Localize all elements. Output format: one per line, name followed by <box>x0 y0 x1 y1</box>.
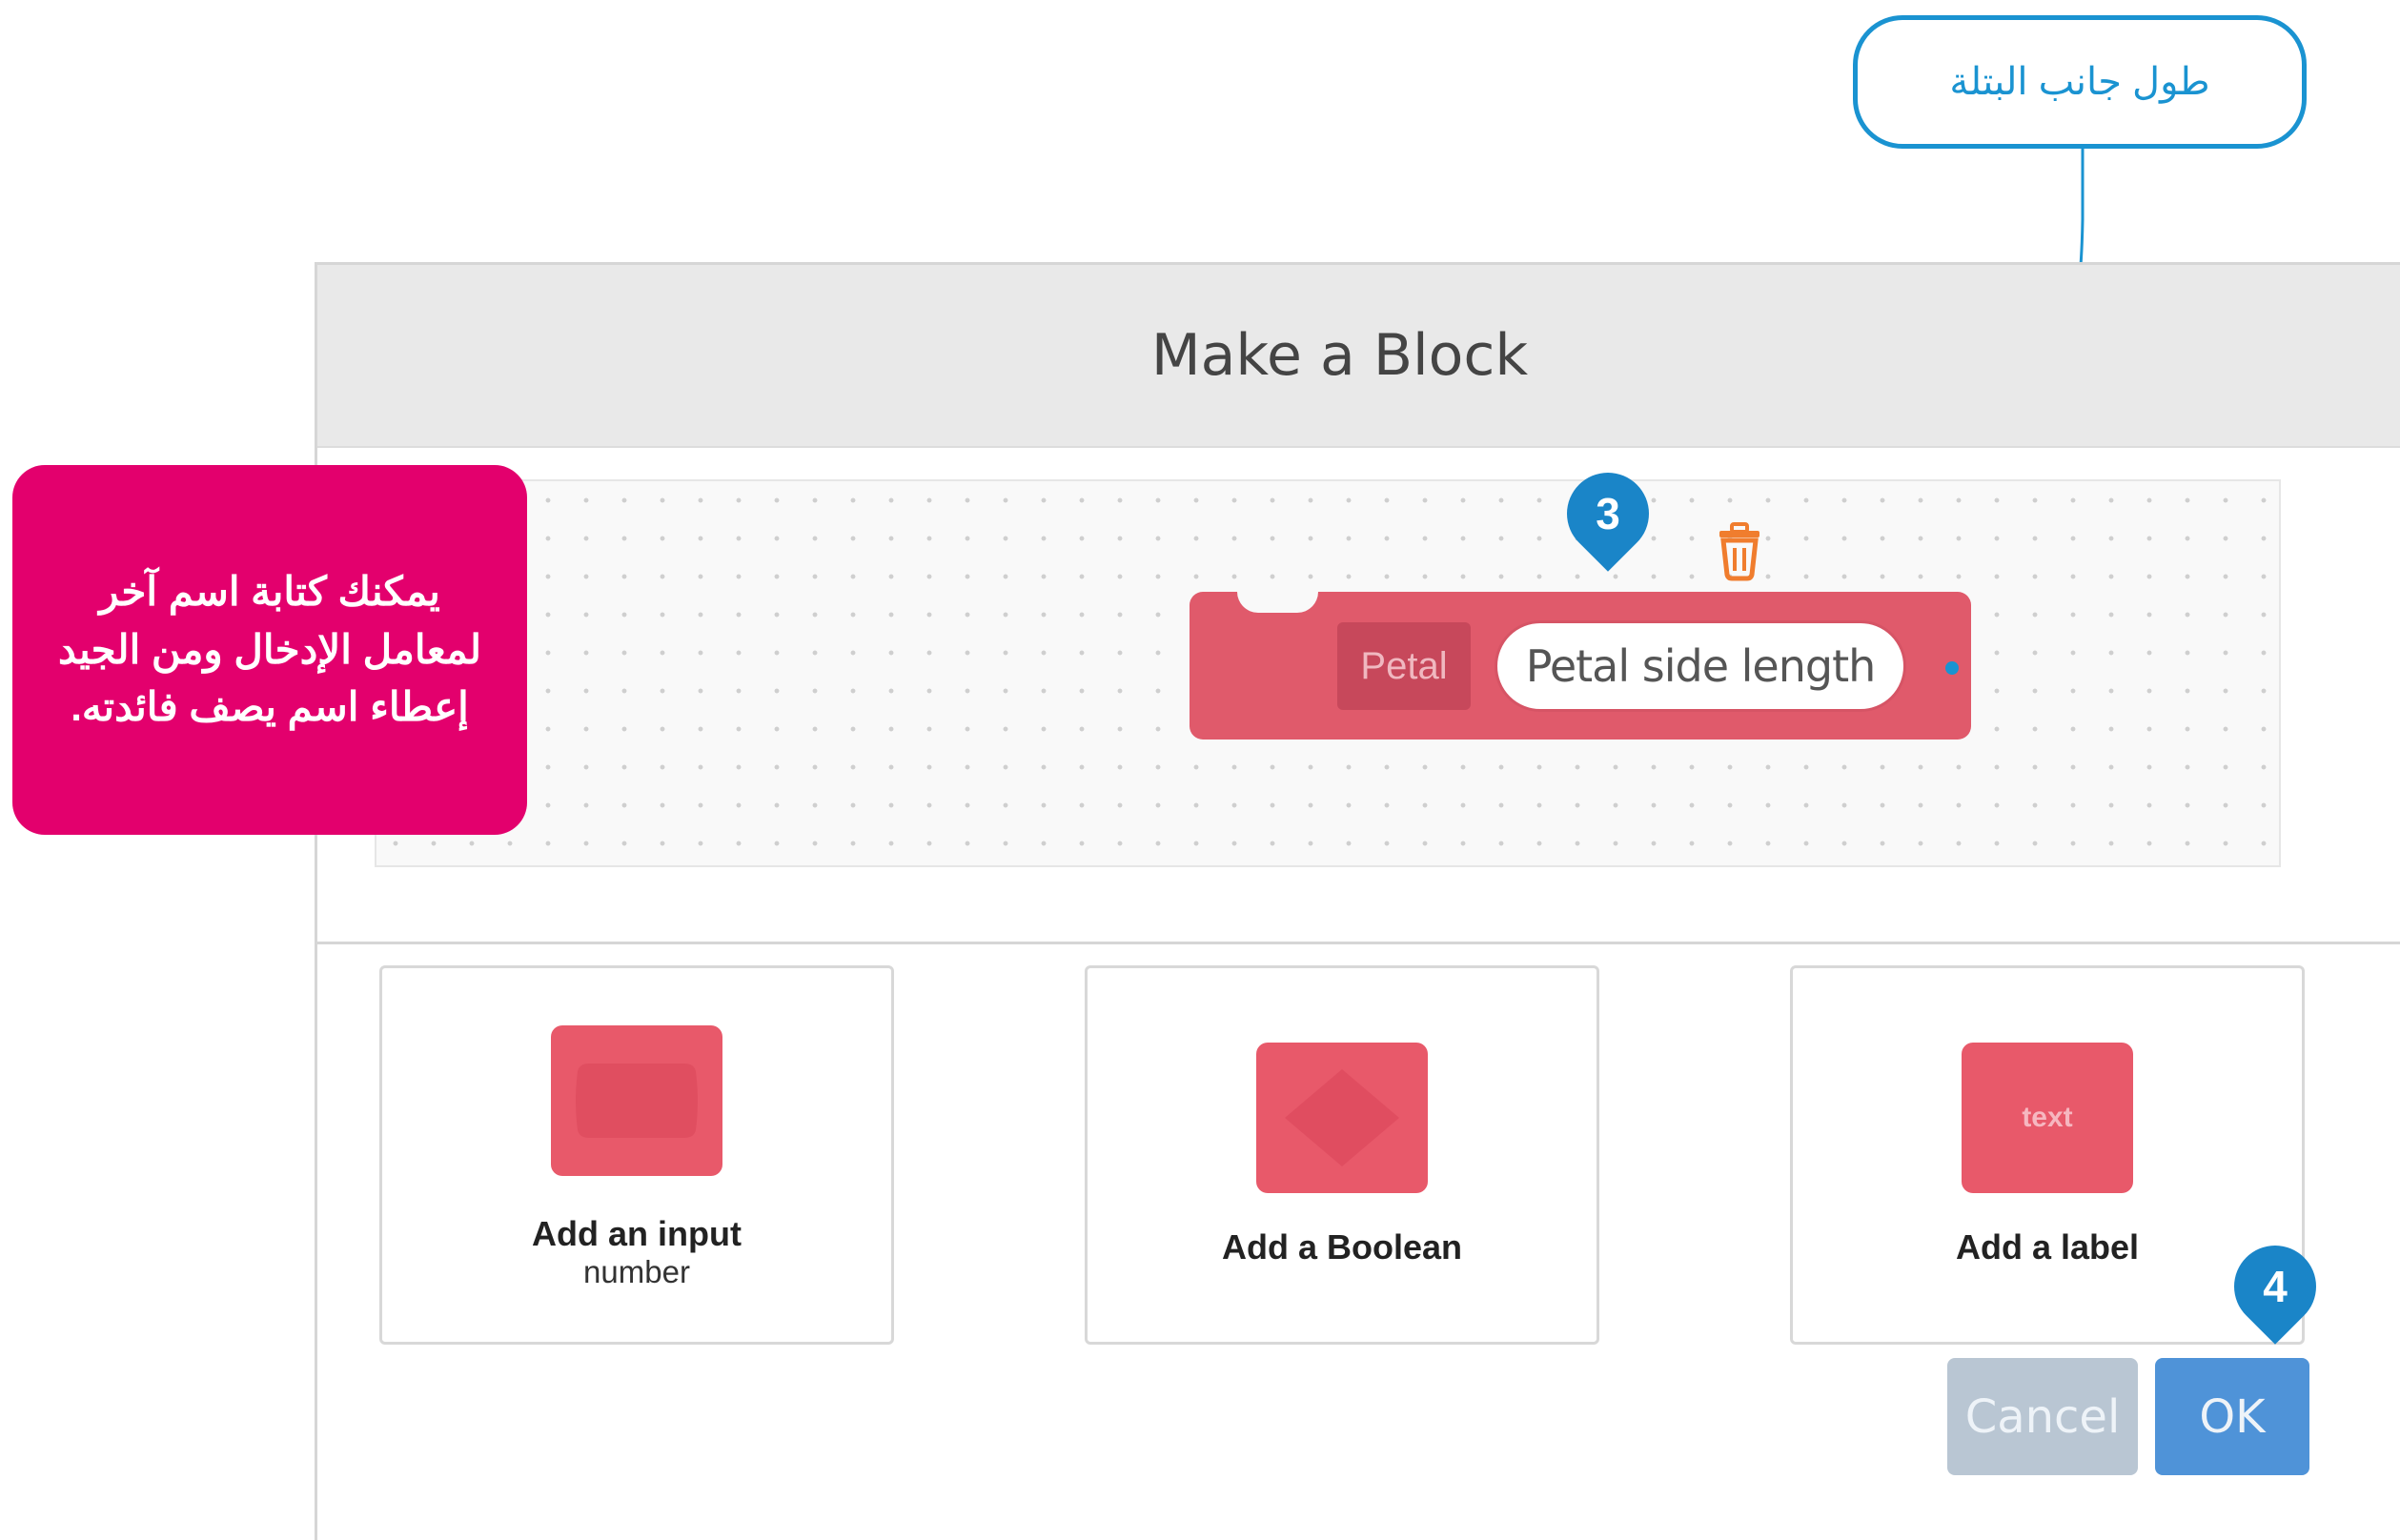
block-label[interactable]: Petal <box>1337 622 1471 710</box>
make-a-block-dialog: Make a Block Petal Petal side length Add… <box>315 262 2400 1540</box>
dialog-header: Make a Block <box>317 265 2400 448</box>
trash-icon[interactable] <box>1706 516 1773 582</box>
block-notch <box>1237 592 1318 613</box>
callout-pink-text: يمكنك كتابة اسم آخر لمعامل الإدخال ومن ا… <box>57 568 482 730</box>
add-input-number-card[interactable]: Add an input number <box>379 965 894 1345</box>
add-input-subtitle: number <box>583 1254 690 1289</box>
add-label-icon-text: text <box>2022 1102 2073 1133</box>
step-marker-4: 4 <box>2217 1228 2333 1345</box>
dialog-divider <box>317 942 2400 944</box>
step-marker-3: 3 <box>1550 456 1666 572</box>
custom-block-preview: Petal Petal side length <box>1190 592 1971 740</box>
dialog-title: Make a Block <box>1150 322 1529 389</box>
add-boolean-title: Add a Boolean <box>1221 1227 1463 1266</box>
step-marker-4-number: 4 <box>2263 1262 2288 1311</box>
callout-input-name-tip: يمكنك كتابة اسم آخر لمعامل الإدخال ومن ا… <box>12 465 527 835</box>
leader-line-endpoint <box>1945 661 1959 675</box>
add-boolean-card[interactable]: Add a Boolean <box>1085 965 1599 1345</box>
step-marker-3-number: 3 <box>1596 489 1620 538</box>
ok-button[interactable]: OK <box>2155 1358 2309 1475</box>
cancel-button[interactable]: Cancel <box>1947 1358 2138 1475</box>
add-input-icon <box>551 1025 722 1176</box>
add-input-title: Add an input <box>532 1214 742 1253</box>
add-label-card[interactable]: text Add a label <box>1790 965 2305 1345</box>
add-label-title: Add a label <box>1955 1227 2140 1266</box>
add-boolean-icon <box>1256 1043 1428 1193</box>
add-label-icon: text <box>1962 1043 2133 1193</box>
block-input-name-field[interactable]: Petal side length <box>1495 620 1906 712</box>
